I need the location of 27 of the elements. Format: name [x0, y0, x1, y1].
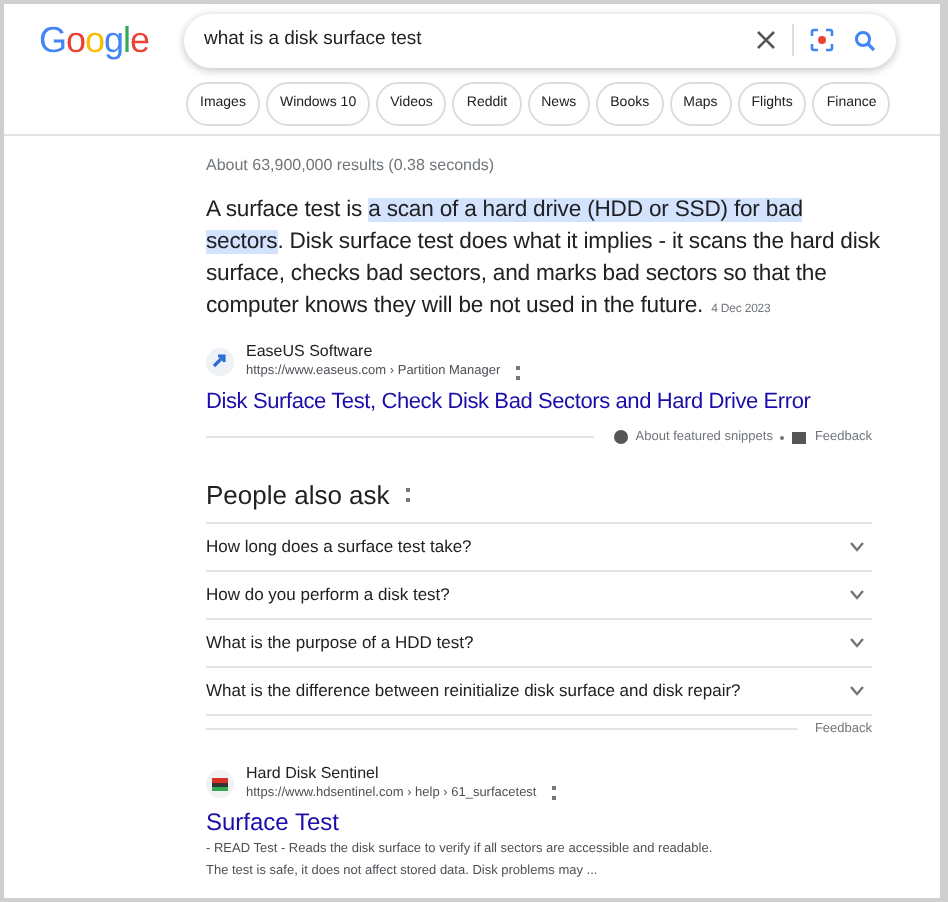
result-title-link[interactable]: Disk Surface Test, Check Disk Bad Sectors and Hard Drive Error	[206, 388, 811, 418]
question-item[interactable]: How do you perform a disk test?	[206, 581, 450, 608]
chevron-down-icon[interactable]	[850, 589, 864, 600]
source-name: Hard Disk Sentinel	[246, 763, 381, 783]
search-icon[interactable]	[854, 29, 876, 51]
camera-icon[interactable]	[810, 28, 834, 52]
chevron-down-icon[interactable]	[850, 685, 864, 696]
google-logo[interactable]: Google	[38, 22, 150, 58]
chevron-down-icon[interactable]	[850, 541, 864, 552]
question-item[interactable]: What is the difference between reinitialize disk surface and disk repair?	[206, 677, 741, 704]
result-title-link[interactable]: Surface Test	[206, 807, 339, 837]
more-options-icon[interactable]	[516, 365, 521, 379]
question-item[interactable]: What is the purpose of a HDD test?	[206, 629, 474, 656]
more-options-icon[interactable]	[405, 488, 410, 503]
chevron-down-icon[interactable]	[850, 637, 864, 648]
site-favicon-icon	[206, 769, 234, 797]
feedback-icon	[792, 431, 807, 444]
site-favicon-icon	[206, 348, 234, 376]
help-icon	[613, 430, 628, 445]
result-stats: About 63,900,000 results (0.38 seconds)	[206, 154, 497, 178]
search-query: what is a disk surface test	[204, 25, 424, 54]
close-icon[interactable]	[756, 30, 776, 50]
search-field[interactable]: what is a disk surface test	[184, 13, 896, 67]
source-name: EaseUS Software	[246, 342, 375, 362]
more-options-icon[interactable]	[552, 786, 557, 800]
section-heading: People also ask	[206, 479, 390, 512]
question-item[interactable]: How long does a surface test take?	[206, 533, 472, 560]
